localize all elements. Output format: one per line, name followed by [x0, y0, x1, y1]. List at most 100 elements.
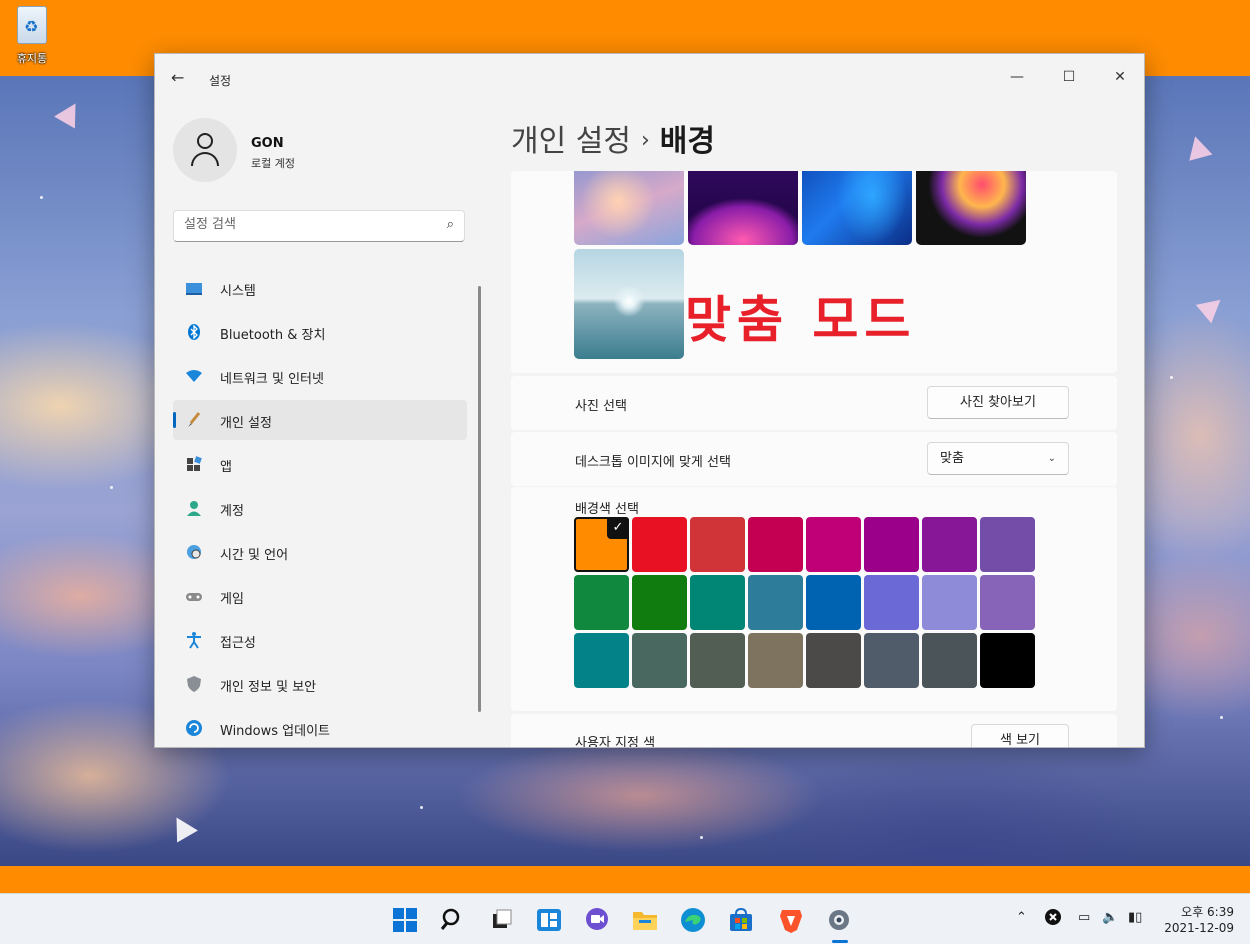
chevron-up-icon[interactable]: ⌃: [1016, 910, 1027, 925]
settings-search-box[interactable]: ⌕: [173, 210, 465, 242]
color-swatch[interactable]: [632, 575, 687, 630]
nav-item-privacy[interactable]: 개인 정보 및 보안: [173, 664, 467, 704]
user-profile[interactable]: GON 로컬 계정: [173, 118, 295, 182]
task-view-icon[interactable]: [487, 906, 515, 934]
color-swatch[interactable]: [980, 517, 1035, 572]
color-swatch[interactable]: [632, 633, 687, 688]
recent-photo-thumbnail[interactable]: [574, 249, 684, 359]
nav-item-windows-update[interactable]: Windows 업데이트: [173, 708, 467, 747]
search-icon[interactable]: ⌕: [447, 217, 454, 232]
nav-item-accessibility[interactable]: 접근성: [173, 620, 467, 660]
avatar: [173, 118, 237, 182]
search-input[interactable]: [184, 217, 424, 232]
title-bar[interactable]: ← 설정 — ☐ ✕: [155, 54, 1144, 102]
settings-icon[interactable]: [825, 906, 853, 934]
widgets-icon[interactable]: [535, 906, 563, 934]
update-icon: [185, 719, 203, 737]
color-swatch[interactable]: [922, 575, 977, 630]
security-alert-icon[interactable]: [1044, 908, 1062, 930]
wallpaper-star: [1170, 376, 1173, 379]
color-swatch[interactable]: [574, 575, 629, 630]
color-swatch[interactable]: [748, 633, 803, 688]
color-swatch[interactable]: [864, 517, 919, 572]
wallpaper-star: [700, 836, 703, 839]
nav-item-personalization[interactable]: 개인 설정: [173, 400, 467, 440]
recent-photo-thumbnail[interactable]: [688, 171, 798, 245]
recycle-bin-shortcut[interactable]: ♻ 휴지통: [8, 6, 56, 66]
nav-item-accounts[interactable]: 계정: [173, 488, 467, 528]
clock-time[interactable]: 오후 6:39: [1181, 903, 1234, 920]
nav-label: 네트워크 및 인터넷: [220, 372, 324, 387]
nav-item-bluetooth[interactable]: Bluetooth & 장치: [173, 312, 467, 352]
color-swatch[interactable]: ✓: [574, 517, 629, 572]
brave-icon[interactable]: [777, 906, 805, 934]
wallpaper-star: [40, 196, 43, 199]
network-icon[interactable]: ▭: [1078, 910, 1090, 925]
globe-clock-icon: [185, 543, 203, 561]
breadcrumb-separator: ›: [640, 128, 650, 153]
clock-date[interactable]: 2021-12-09: [1164, 921, 1234, 935]
color-swatch[interactable]: [690, 517, 745, 572]
recycle-bin-icon: ♻: [17, 6, 47, 44]
wallpaper-shape: [166, 811, 198, 843]
person-icon: [197, 133, 213, 149]
windows-start-icon[interactable]: [391, 906, 419, 934]
color-swatch[interactable]: [748, 517, 803, 572]
nav-label: 게임: [220, 592, 244, 607]
nav-label: 개인 설정: [220, 416, 272, 431]
view-colors-button[interactable]: 색 보기: [971, 724, 1069, 747]
wifi-icon: [185, 367, 203, 385]
background-color-card: 배경색 선택 ✓: [511, 487, 1117, 711]
color-swatch[interactable]: [690, 633, 745, 688]
close-button[interactable]: ✕: [1098, 62, 1142, 92]
nav-label: 접근성: [220, 636, 256, 651]
color-swatch[interactable]: [864, 575, 919, 630]
accessibility-icon: [185, 631, 203, 649]
volume-icon[interactable]: 🔈: [1102, 910, 1118, 925]
color-swatch[interactable]: [690, 575, 745, 630]
nav-item-apps[interactable]: 앱: [173, 444, 467, 484]
color-swatch[interactable]: [632, 517, 687, 572]
battery-icon[interactable]: ▮▯: [1128, 910, 1142, 925]
color-swatch[interactable]: [574, 633, 629, 688]
store-icon[interactable]: [727, 906, 755, 934]
chat-icon[interactable]: [583, 906, 611, 934]
desktop-background-band: [0, 866, 1250, 893]
color-swatch[interactable]: [806, 575, 861, 630]
custom-color-row: 사용자 지정 색 색 보기: [511, 714, 1117, 747]
fit-dropdown[interactable]: 맞춤 ⌄: [927, 442, 1069, 475]
wallpaper-shape: [54, 97, 86, 129]
browse-photos-button[interactable]: 사진 찾아보기: [927, 386, 1069, 419]
color-swatch[interactable]: [980, 575, 1035, 630]
color-swatch[interactable]: [806, 517, 861, 572]
color-swatch[interactable]: [922, 633, 977, 688]
nav-label: 개인 정보 및 보안: [220, 680, 317, 695]
nav-label: 계정: [220, 504, 244, 519]
minimize-button[interactable]: —: [995, 62, 1039, 92]
color-select-label: 배경색 선택: [575, 502, 639, 517]
nav-item-network[interactable]: 네트워크 및 인터넷: [173, 356, 467, 396]
photo-select-label: 사진 선택: [575, 399, 627, 414]
nav-item-time-language[interactable]: 시간 및 언어: [173, 532, 467, 572]
edge-icon[interactable]: [679, 906, 707, 934]
user-name: GON: [251, 136, 284, 151]
nav-item-system[interactable]: 시스템: [173, 268, 467, 308]
recent-photo-thumbnail[interactable]: [802, 171, 912, 245]
maximize-button[interactable]: ☐: [1047, 62, 1091, 92]
color-swatch[interactable]: [980, 633, 1035, 688]
nav-label: 시간 및 언어: [220, 548, 289, 563]
nav-scrollbar[interactable]: [478, 286, 481, 712]
recent-photo-thumbnail[interactable]: [574, 171, 684, 245]
search-icon[interactable]: [439, 906, 467, 934]
recent-photo-thumbnail[interactable]: [916, 171, 1026, 245]
color-swatch[interactable]: [806, 633, 861, 688]
paintbrush-icon: [185, 411, 203, 429]
color-swatch[interactable]: [864, 633, 919, 688]
nav-item-gaming[interactable]: 게임: [173, 576, 467, 616]
wallpaper-shape: [1183, 133, 1213, 161]
file-explorer-icon[interactable]: [631, 906, 659, 934]
color-swatch[interactable]: [748, 575, 803, 630]
color-swatch[interactable]: [922, 517, 977, 572]
back-button[interactable]: ←: [171, 68, 184, 87]
breadcrumb-parent[interactable]: 개인 설정: [511, 124, 631, 159]
